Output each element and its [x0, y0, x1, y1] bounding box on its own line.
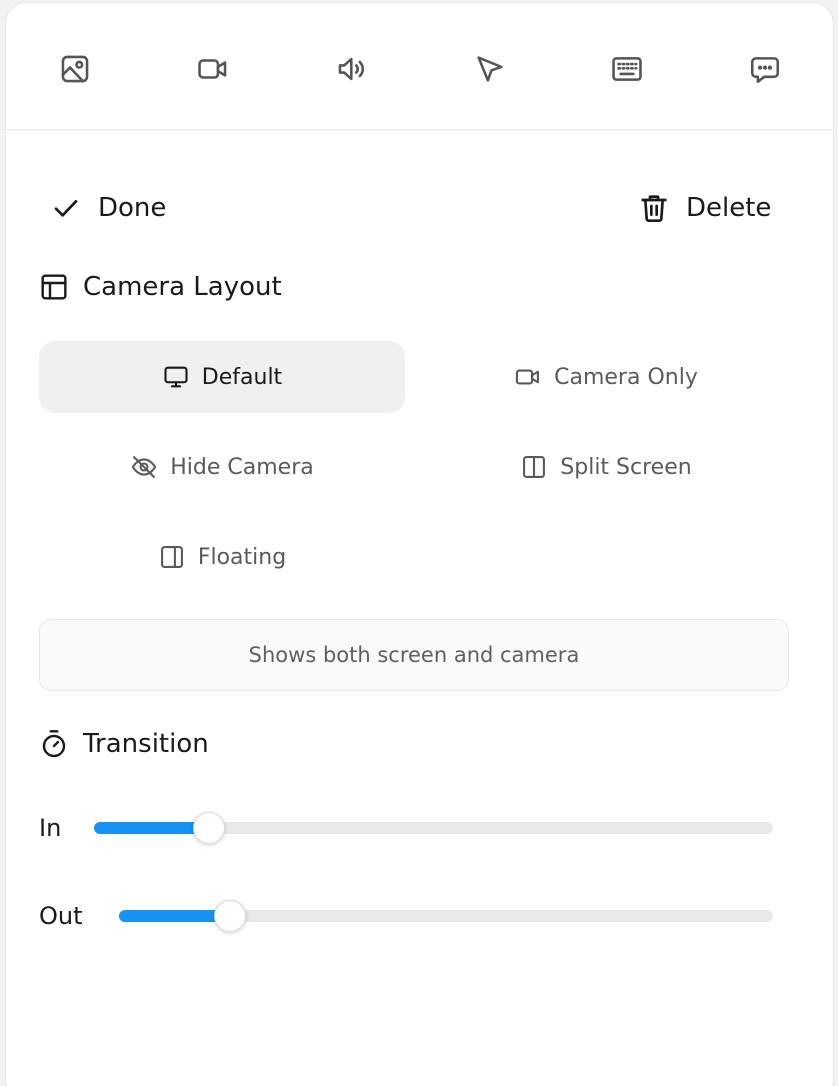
layout-option-label: Camera Only [554, 364, 698, 390]
layout-icon [41, 274, 67, 300]
volume-icon [338, 57, 364, 81]
camera-layout-heading: Camera Layout [38, 271, 282, 303]
transition-in-label: In [39, 814, 62, 842]
layout-option-label: Hide Camera [170, 454, 314, 480]
eye-off-icon [132, 456, 157, 478]
check-icon [54, 200, 78, 217]
trash-icon [641, 195, 667, 222]
layout-option-label: Default [201, 364, 283, 390]
comment-tab-button[interactable] [743, 47, 787, 91]
transition-title: Transition [83, 729, 209, 759]
monitor-icon [164, 366, 188, 388]
timer-icon [42, 730, 66, 758]
transition-out-label: Out [39, 902, 83, 930]
slider-fill [94, 822, 210, 834]
camera-layout-title: Camera Layout [83, 272, 282, 302]
delete-button[interactable]: Delete [638, 186, 771, 230]
done-label: Done [98, 193, 167, 223]
transition-out-slider[interactable] [119, 900, 773, 932]
video-icon [515, 369, 540, 385]
layout-option-default[interactable]: Default [39, 341, 405, 413]
cursor-icon [477, 56, 503, 82]
layout-option-hide-camera[interactable]: Hide Camera [39, 431, 405, 503]
layout-description: Shows both screen and camera [39, 619, 789, 691]
image-tab-button[interactable] [53, 47, 97, 91]
layout-option-split-screen[interactable]: Split Screen [423, 431, 789, 503]
editor-panel: Done Delete Camera Layout Default Camera… [5, 2, 834, 1086]
done-button[interactable]: Done [50, 186, 166, 230]
top-toolbar [6, 3, 833, 130]
image-icon [61, 55, 89, 83]
slider-thumb[interactable] [214, 900, 247, 932]
video-tab-button[interactable] [191, 47, 235, 91]
layout-description-text: Shows both screen and camera [248, 643, 580, 667]
keyboard-icon [612, 57, 642, 81]
video-icon [198, 59, 227, 79]
layout-option-floating[interactable]: Floating [39, 521, 405, 593]
keyboard-tab-button[interactable] [605, 47, 649, 91]
delete-label: Delete [686, 193, 772, 223]
panel-right-icon [160, 546, 183, 568]
audio-tab-button[interactable] [330, 47, 374, 91]
cursor-tab-button[interactable] [468, 47, 512, 91]
layout-option-label: Floating [197, 544, 287, 570]
slider-thumb[interactable] [193, 812, 226, 844]
transition-in-slider[interactable] [94, 812, 773, 844]
layout-option-camera-only[interactable]: Camera Only [423, 341, 789, 413]
chat-icon [750, 57, 780, 84]
layout-option-label: Split Screen [560, 454, 692, 480]
transition-heading: Transition [38, 728, 209, 760]
split-columns-icon [523, 456, 546, 478]
